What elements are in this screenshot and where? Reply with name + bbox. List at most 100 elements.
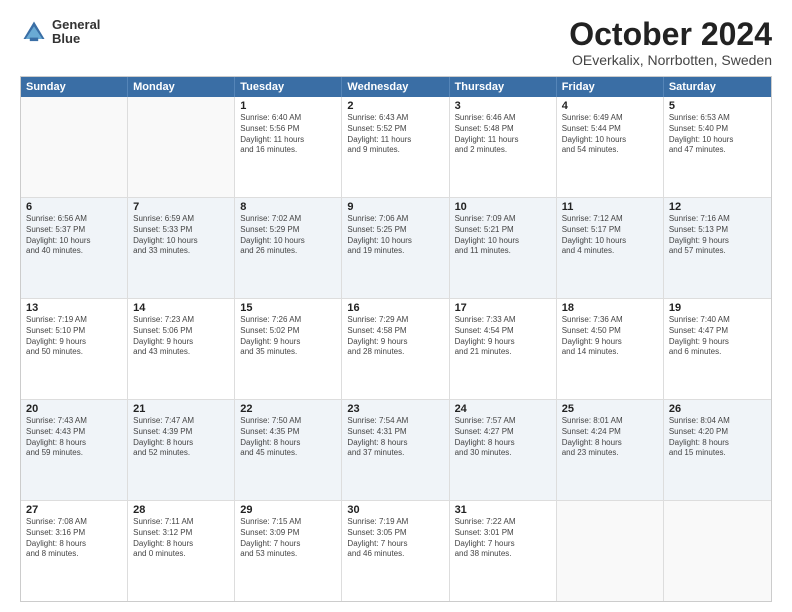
calendar-cell: 25Sunrise: 8:01 AM Sunset: 4:24 PM Dayli… xyxy=(557,400,664,500)
day-number: 13 xyxy=(26,302,122,314)
cell-text: Sunrise: 6:43 AM Sunset: 5:52 PM Dayligh… xyxy=(347,113,443,156)
cell-text: Sunrise: 7:06 AM Sunset: 5:25 PM Dayligh… xyxy=(347,214,443,257)
cell-text: Sunrise: 7:33 AM Sunset: 4:54 PM Dayligh… xyxy=(455,315,551,358)
day-number: 28 xyxy=(133,504,229,516)
header: General Blue October 2024 OEverkalix, No… xyxy=(20,18,772,68)
day-number: 5 xyxy=(669,100,766,112)
day-number: 19 xyxy=(669,302,766,314)
cell-text: Sunrise: 7:47 AM Sunset: 4:39 PM Dayligh… xyxy=(133,416,229,459)
cell-text: Sunrise: 6:49 AM Sunset: 5:44 PM Dayligh… xyxy=(562,113,658,156)
cell-text: Sunrise: 7:43 AM Sunset: 4:43 PM Dayligh… xyxy=(26,416,122,459)
calendar-cell: 18Sunrise: 7:36 AM Sunset: 4:50 PM Dayli… xyxy=(557,299,664,399)
calendar-row: 6Sunrise: 6:56 AM Sunset: 5:37 PM Daylig… xyxy=(21,198,771,299)
calendar-cell xyxy=(21,97,128,197)
cell-text: Sunrise: 7:15 AM Sunset: 3:09 PM Dayligh… xyxy=(240,517,336,560)
cell-text: Sunrise: 7:16 AM Sunset: 5:13 PM Dayligh… xyxy=(669,214,766,257)
calendar-body: 1Sunrise: 6:40 AM Sunset: 5:56 PM Daylig… xyxy=(21,97,771,601)
cell-text: Sunrise: 7:08 AM Sunset: 3:16 PM Dayligh… xyxy=(26,517,122,560)
calendar-header: Sunday Monday Tuesday Wednesday Thursday… xyxy=(21,77,771,97)
calendar-cell xyxy=(128,97,235,197)
calendar-cell: 5Sunrise: 6:53 AM Sunset: 5:40 PM Daylig… xyxy=(664,97,771,197)
cell-text: Sunrise: 7:50 AM Sunset: 4:35 PM Dayligh… xyxy=(240,416,336,459)
cell-text: Sunrise: 6:59 AM Sunset: 5:33 PM Dayligh… xyxy=(133,214,229,257)
cell-text: Sunrise: 8:04 AM Sunset: 4:20 PM Dayligh… xyxy=(669,416,766,459)
day-number: 29 xyxy=(240,504,336,516)
logo-line2: Blue xyxy=(52,32,100,46)
title-block: October 2024 OEverkalix, Norrbotten, Swe… xyxy=(569,18,772,68)
calendar-cell: 15Sunrise: 7:26 AM Sunset: 5:02 PM Dayli… xyxy=(235,299,342,399)
calendar-cell: 2Sunrise: 6:43 AM Sunset: 5:52 PM Daylig… xyxy=(342,97,449,197)
calendar: Sunday Monday Tuesday Wednesday Thursday… xyxy=(20,76,772,602)
day-number: 1 xyxy=(240,100,336,112)
day-number: 21 xyxy=(133,403,229,415)
calendar-cell: 3Sunrise: 6:46 AM Sunset: 5:48 PM Daylig… xyxy=(450,97,557,197)
calendar-cell: 4Sunrise: 6:49 AM Sunset: 5:44 PM Daylig… xyxy=(557,97,664,197)
day-number: 15 xyxy=(240,302,336,314)
day-number: 10 xyxy=(455,201,551,213)
cell-text: Sunrise: 7:12 AM Sunset: 5:17 PM Dayligh… xyxy=(562,214,658,257)
calendar-cell: 23Sunrise: 7:54 AM Sunset: 4:31 PM Dayli… xyxy=(342,400,449,500)
calendar-cell: 24Sunrise: 7:57 AM Sunset: 4:27 PM Dayli… xyxy=(450,400,557,500)
day-number: 3 xyxy=(455,100,551,112)
calendar-row: 13Sunrise: 7:19 AM Sunset: 5:10 PM Dayli… xyxy=(21,299,771,400)
logo: General Blue xyxy=(20,18,100,47)
logo-text: General Blue xyxy=(52,18,100,47)
cell-text: Sunrise: 7:57 AM Sunset: 4:27 PM Dayligh… xyxy=(455,416,551,459)
calendar-cell: 17Sunrise: 7:33 AM Sunset: 4:54 PM Dayli… xyxy=(450,299,557,399)
day-number: 24 xyxy=(455,403,551,415)
cell-text: Sunrise: 7:54 AM Sunset: 4:31 PM Dayligh… xyxy=(347,416,443,459)
calendar-cell: 10Sunrise: 7:09 AM Sunset: 5:21 PM Dayli… xyxy=(450,198,557,298)
calendar-cell: 16Sunrise: 7:29 AM Sunset: 4:58 PM Dayli… xyxy=(342,299,449,399)
header-tuesday: Tuesday xyxy=(235,77,342,97)
day-number: 14 xyxy=(133,302,229,314)
calendar-cell: 13Sunrise: 7:19 AM Sunset: 5:10 PM Dayli… xyxy=(21,299,128,399)
day-number: 12 xyxy=(669,201,766,213)
cell-text: Sunrise: 7:22 AM Sunset: 3:01 PM Dayligh… xyxy=(455,517,551,560)
calendar-row: 20Sunrise: 7:43 AM Sunset: 4:43 PM Dayli… xyxy=(21,400,771,501)
day-number: 16 xyxy=(347,302,443,314)
calendar-cell: 27Sunrise: 7:08 AM Sunset: 3:16 PM Dayli… xyxy=(21,501,128,601)
day-number: 2 xyxy=(347,100,443,112)
calendar-cell: 12Sunrise: 7:16 AM Sunset: 5:13 PM Dayli… xyxy=(664,198,771,298)
cell-text: Sunrise: 7:26 AM Sunset: 5:02 PM Dayligh… xyxy=(240,315,336,358)
calendar-cell xyxy=(557,501,664,601)
cell-text: Sunrise: 7:36 AM Sunset: 4:50 PM Dayligh… xyxy=(562,315,658,358)
calendar-cell: 7Sunrise: 6:59 AM Sunset: 5:33 PM Daylig… xyxy=(128,198,235,298)
cell-text: Sunrise: 7:40 AM Sunset: 4:47 PM Dayligh… xyxy=(669,315,766,358)
calendar-cell: 21Sunrise: 7:47 AM Sunset: 4:39 PM Dayli… xyxy=(128,400,235,500)
day-number: 11 xyxy=(562,201,658,213)
cell-text: Sunrise: 7:29 AM Sunset: 4:58 PM Dayligh… xyxy=(347,315,443,358)
cell-text: Sunrise: 7:23 AM Sunset: 5:06 PM Dayligh… xyxy=(133,315,229,358)
day-number: 20 xyxy=(26,403,122,415)
cell-text: Sunrise: 7:02 AM Sunset: 5:29 PM Dayligh… xyxy=(240,214,336,257)
calendar-cell: 26Sunrise: 8:04 AM Sunset: 4:20 PM Dayli… xyxy=(664,400,771,500)
calendar-cell: 28Sunrise: 7:11 AM Sunset: 3:12 PM Dayli… xyxy=(128,501,235,601)
day-number: 30 xyxy=(347,504,443,516)
calendar-cell: 31Sunrise: 7:22 AM Sunset: 3:01 PM Dayli… xyxy=(450,501,557,601)
calendar-cell xyxy=(664,501,771,601)
calendar-subtitle: OEverkalix, Norrbotten, Sweden xyxy=(569,52,772,68)
day-number: 26 xyxy=(669,403,766,415)
cell-text: Sunrise: 7:09 AM Sunset: 5:21 PM Dayligh… xyxy=(455,214,551,257)
calendar-cell: 20Sunrise: 7:43 AM Sunset: 4:43 PM Dayli… xyxy=(21,400,128,500)
day-number: 17 xyxy=(455,302,551,314)
cell-text: Sunrise: 7:11 AM Sunset: 3:12 PM Dayligh… xyxy=(133,517,229,560)
day-number: 9 xyxy=(347,201,443,213)
calendar-cell: 14Sunrise: 7:23 AM Sunset: 5:06 PM Dayli… xyxy=(128,299,235,399)
calendar-cell: 6Sunrise: 6:56 AM Sunset: 5:37 PM Daylig… xyxy=(21,198,128,298)
day-number: 27 xyxy=(26,504,122,516)
day-number: 23 xyxy=(347,403,443,415)
header-monday: Monday xyxy=(128,77,235,97)
logo-line1: General xyxy=(52,18,100,32)
cell-text: Sunrise: 6:56 AM Sunset: 5:37 PM Dayligh… xyxy=(26,214,122,257)
day-number: 18 xyxy=(562,302,658,314)
logo-icon xyxy=(20,18,48,46)
cell-text: Sunrise: 6:53 AM Sunset: 5:40 PM Dayligh… xyxy=(669,113,766,156)
day-number: 22 xyxy=(240,403,336,415)
calendar-cell: 30Sunrise: 7:19 AM Sunset: 3:05 PM Dayli… xyxy=(342,501,449,601)
header-sunday: Sunday xyxy=(21,77,128,97)
calendar-row: 27Sunrise: 7:08 AM Sunset: 3:16 PM Dayli… xyxy=(21,501,771,601)
calendar-row: 1Sunrise: 6:40 AM Sunset: 5:56 PM Daylig… xyxy=(21,97,771,198)
cell-text: Sunrise: 7:19 AM Sunset: 5:10 PM Dayligh… xyxy=(26,315,122,358)
day-number: 7 xyxy=(133,201,229,213)
